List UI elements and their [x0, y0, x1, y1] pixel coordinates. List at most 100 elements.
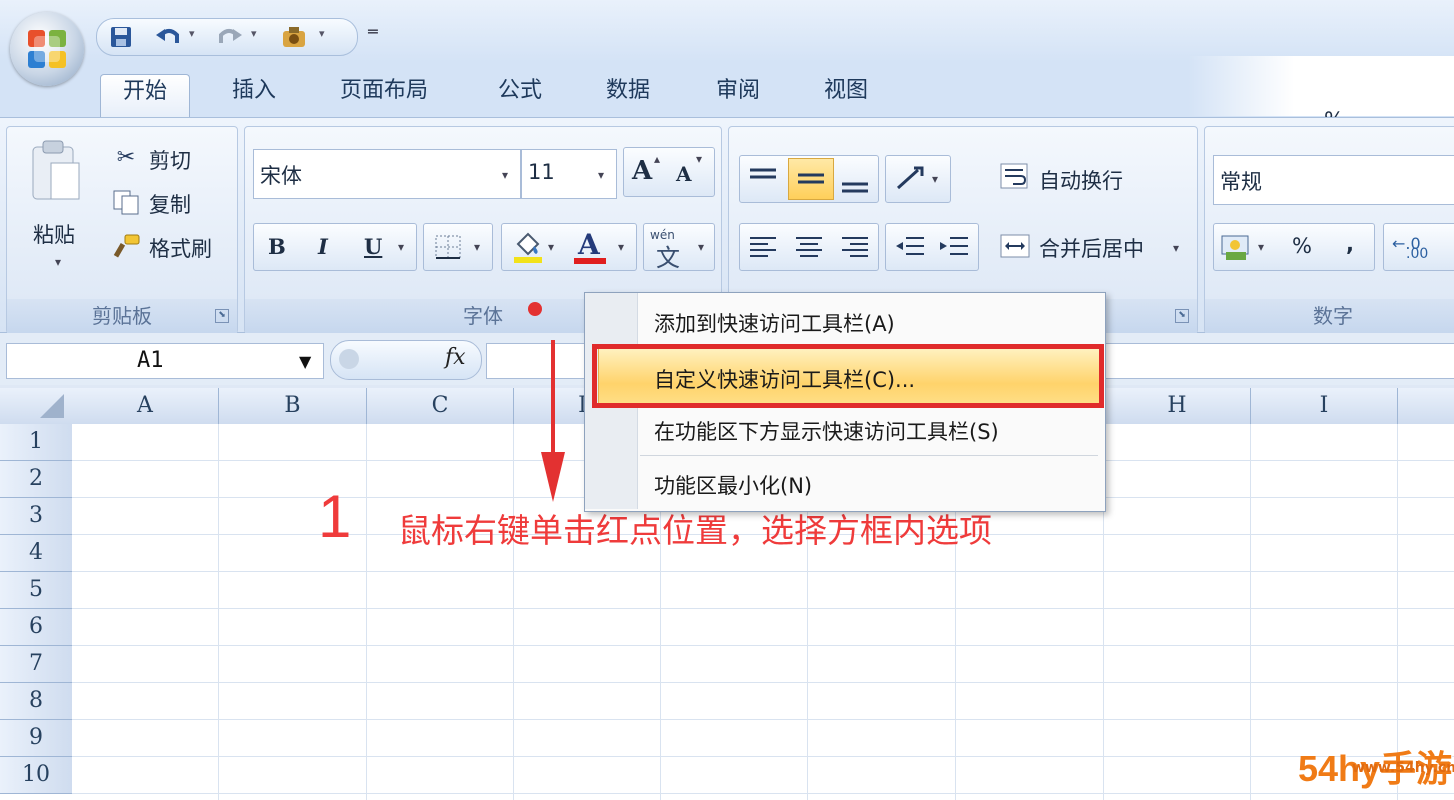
grid-line [72, 571, 1454, 572]
grid-line [72, 645, 1454, 646]
fill-color-icon[interactable] [512, 230, 544, 264]
column-header-c[interactable]: C [367, 388, 514, 424]
phonetic-dropdown-icon[interactable]: ▾ [698, 240, 704, 254]
fill-color-dropdown-icon[interactable]: ▾ [548, 240, 554, 254]
row-header-6[interactable]: 6 [0, 609, 72, 646]
save-icon[interactable] [109, 25, 133, 49]
row-header-2[interactable]: 2 [0, 461, 72, 498]
row-header-4[interactable]: 4 [0, 535, 72, 572]
menu-item-minimize-ribbon[interactable]: 功能区最小化(N) [654, 470, 812, 500]
merge-center-button[interactable]: 合并后居中 [1039, 233, 1144, 263]
font-family-value: 宋体 [260, 164, 302, 188]
row-header-8[interactable]: 8 [0, 683, 72, 720]
column-header-h[interactable]: H [1104, 388, 1251, 424]
insert-function-button[interactable]: fx [445, 345, 466, 370]
italic-button[interactable]: I [318, 234, 328, 259]
undo-icon[interactable] [155, 25, 181, 49]
copy-button[interactable]: 复制 [149, 189, 191, 219]
clipboard-launcher-icon[interactable]: ⬊ [215, 309, 229, 323]
tab-formulas[interactable]: 公式 [476, 74, 564, 118]
ribbon-fade: , % , , [1188, 56, 1454, 132]
redo-icon[interactable] [217, 25, 243, 49]
align-left-icon[interactable] [748, 234, 778, 260]
font-family-dropdown-icon[interactable]: ▾ [502, 168, 508, 182]
borders-dropdown-icon[interactable]: ▾ [474, 240, 480, 254]
increase-indent-icon[interactable] [938, 234, 970, 260]
name-box[interactable]: A1 ▼ [6, 343, 324, 379]
shrink-font-button[interactable]: A [676, 162, 692, 186]
undo-dropdown-icon[interactable]: ▾ [189, 27, 195, 40]
align-top-icon[interactable] [748, 166, 778, 192]
paste-dropdown-icon[interactable]: ▾ [55, 255, 61, 269]
tab-home[interactable]: 开始 [100, 74, 191, 119]
font-size-dropdown-icon[interactable]: ▾ [598, 168, 604, 182]
name-box-dropdown-icon[interactable]: ▼ [299, 352, 311, 371]
underline-button[interactable]: U [364, 234, 382, 259]
customize-dropdown-icon[interactable]: ▾ [319, 27, 325, 40]
grid-line [513, 424, 514, 800]
column-header-b[interactable]: B [219, 388, 367, 424]
format-painter-icon[interactable] [113, 233, 141, 266]
redo-dropdown-icon[interactable]: ▾ [251, 27, 257, 40]
paste-button[interactable]: 粘贴 [33, 219, 75, 249]
grow-font-button[interactable]: A [632, 156, 652, 186]
font-color-dropdown-icon[interactable]: ▾ [618, 240, 624, 254]
arrow-shaft [551, 340, 555, 458]
row-header-3[interactable]: 3 [0, 498, 72, 535]
merge-center-dropdown-icon[interactable]: ▾ [1173, 241, 1179, 255]
row-header-1[interactable]: 1 [0, 424, 72, 461]
arrow-down-icon [541, 452, 565, 502]
currency-dropdown-icon[interactable]: ▾ [1258, 240, 1264, 254]
orientation-dropdown-icon[interactable]: ▾ [932, 172, 938, 186]
office-logo-icon [28, 30, 66, 68]
menu-item-add-to-qat[interactable]: 添加到快速访问工具栏(A) [654, 308, 895, 338]
menu-separator [640, 455, 1098, 456]
tab-view[interactable]: 视图 [802, 74, 890, 118]
wrap-text-button[interactable]: 自动换行 [1039, 165, 1123, 195]
paste-icon[interactable] [29, 139, 83, 205]
font-color-button[interactable]: A [578, 228, 600, 261]
underline-dropdown-icon[interactable]: ▾ [398, 240, 404, 254]
formula-cancel-icon[interactable] [339, 349, 359, 369]
bold-button[interactable]: B [268, 234, 286, 259]
qat-more-icon[interactable]: ═ [368, 22, 378, 41]
percent-button[interactable]: % [1292, 234, 1312, 258]
align-center-icon[interactable] [794, 234, 824, 260]
merge-center-icon[interactable] [999, 233, 1031, 266]
align-bottom-icon[interactable] [840, 170, 870, 196]
comma-button[interactable]: , [1346, 232, 1354, 256]
borders-button[interactable]: ▾ [423, 223, 493, 271]
cut-icon[interactable]: ✂ [113, 145, 139, 171]
currency-icon[interactable] [1220, 232, 1254, 262]
active-cell-a1[interactable] [72, 424, 218, 460]
column-header-a[interactable]: A [72, 388, 219, 424]
row-header-9[interactable]: 9 [0, 720, 72, 757]
row-header-10[interactable]: 10 [0, 757, 72, 794]
align-middle-button[interactable] [788, 158, 834, 200]
customize-qat-icon[interactable] [281, 25, 311, 49]
row-header-5[interactable]: 5 [0, 572, 72, 609]
tab-insert[interactable]: 插入 [210, 74, 298, 118]
column-header-i[interactable]: I [1251, 388, 1398, 424]
column-header-j[interactable] [1398, 388, 1454, 424]
font-size-select[interactable]: 11 ▾ [521, 149, 617, 199]
phonetic-button[interactable]: wén 文 ▾ [643, 223, 715, 272]
borders-icon [435, 235, 461, 259]
wrap-text-icon[interactable] [999, 161, 1031, 198]
office-button[interactable] [10, 12, 84, 86]
format-painter-button[interactable]: 格式刷 [149, 233, 212, 263]
alignment-launcher-icon[interactable]: ⬊ [1175, 309, 1189, 323]
menu-item-show-qat-below[interactable]: 在功能区下方显示快速访问工具栏(S) [654, 416, 999, 446]
font-family-select[interactable]: 宋体 ▾ [253, 149, 521, 199]
tab-page-layout[interactable]: 页面布局 [318, 74, 450, 118]
tab-review[interactable]: 审阅 [694, 74, 782, 118]
copy-icon[interactable] [111, 189, 141, 222]
orientation-button[interactable]: ▾ [885, 155, 951, 203]
cut-button[interactable]: 剪切 [149, 145, 191, 175]
decrease-indent-icon[interactable] [894, 234, 926, 260]
number-format-select[interactable]: 常规 [1213, 155, 1454, 205]
grid-line [72, 756, 1454, 757]
align-right-icon[interactable] [840, 234, 870, 260]
tab-data[interactable]: 数据 [584, 74, 672, 118]
row-header-7[interactable]: 7 [0, 646, 72, 683]
